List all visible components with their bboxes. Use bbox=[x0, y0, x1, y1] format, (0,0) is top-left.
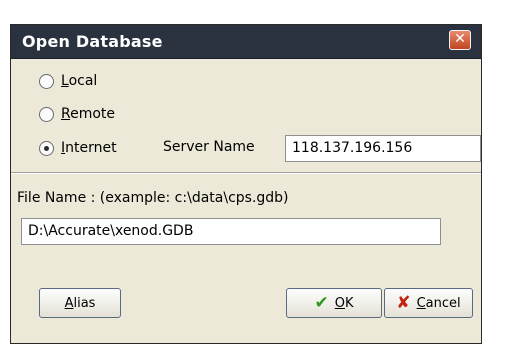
radio-internet[interactable]: Internet bbox=[39, 137, 117, 159]
file-name-input[interactable]: D:\Accurate\xenod.GDB bbox=[21, 218, 441, 245]
dialog-title: Open Database bbox=[22, 32, 163, 51]
radio-remote[interactable]: Remote bbox=[39, 103, 115, 125]
radio-remote-label: Remote bbox=[61, 106, 116, 122]
server-name-input[interactable]: 118.137.196.156 bbox=[285, 135, 481, 162]
radio-internet-circle[interactable] bbox=[39, 140, 54, 156]
radio-internet-label: Internet bbox=[61, 140, 117, 156]
radio-local-circle[interactable] bbox=[39, 73, 54, 89]
section-divider bbox=[11, 172, 481, 174]
radio-local-label: Local bbox=[61, 73, 98, 89]
close-button[interactable]: ✕ bbox=[449, 30, 471, 50]
alias-button[interactable]: Alias bbox=[39, 288, 121, 318]
title-bar: Open Database ✕ bbox=[11, 25, 481, 59]
ok-button[interactable]: ✔ OK bbox=[286, 288, 382, 318]
ok-button-label: OK bbox=[334, 295, 354, 311]
radio-local[interactable]: Local bbox=[39, 70, 97, 92]
alias-button-label: Alias bbox=[64, 295, 96, 311]
cancel-button-label: Cancel bbox=[416, 295, 461, 311]
x-icon: ✘ bbox=[396, 293, 411, 313]
open-database-dialog: Open Database ✕ Local Remote Internet Se… bbox=[10, 24, 482, 344]
checkmark-icon: ✔ bbox=[314, 293, 329, 313]
close-icon: ✕ bbox=[454, 31, 466, 47]
cancel-button[interactable]: ✘ Cancel bbox=[384, 288, 473, 318]
radio-remote-circle[interactable] bbox=[39, 106, 54, 122]
file-name-label: File Name : (example: c:\data\cps.gdb) bbox=[17, 190, 289, 206]
server-name-label: Server Name bbox=[163, 139, 255, 155]
